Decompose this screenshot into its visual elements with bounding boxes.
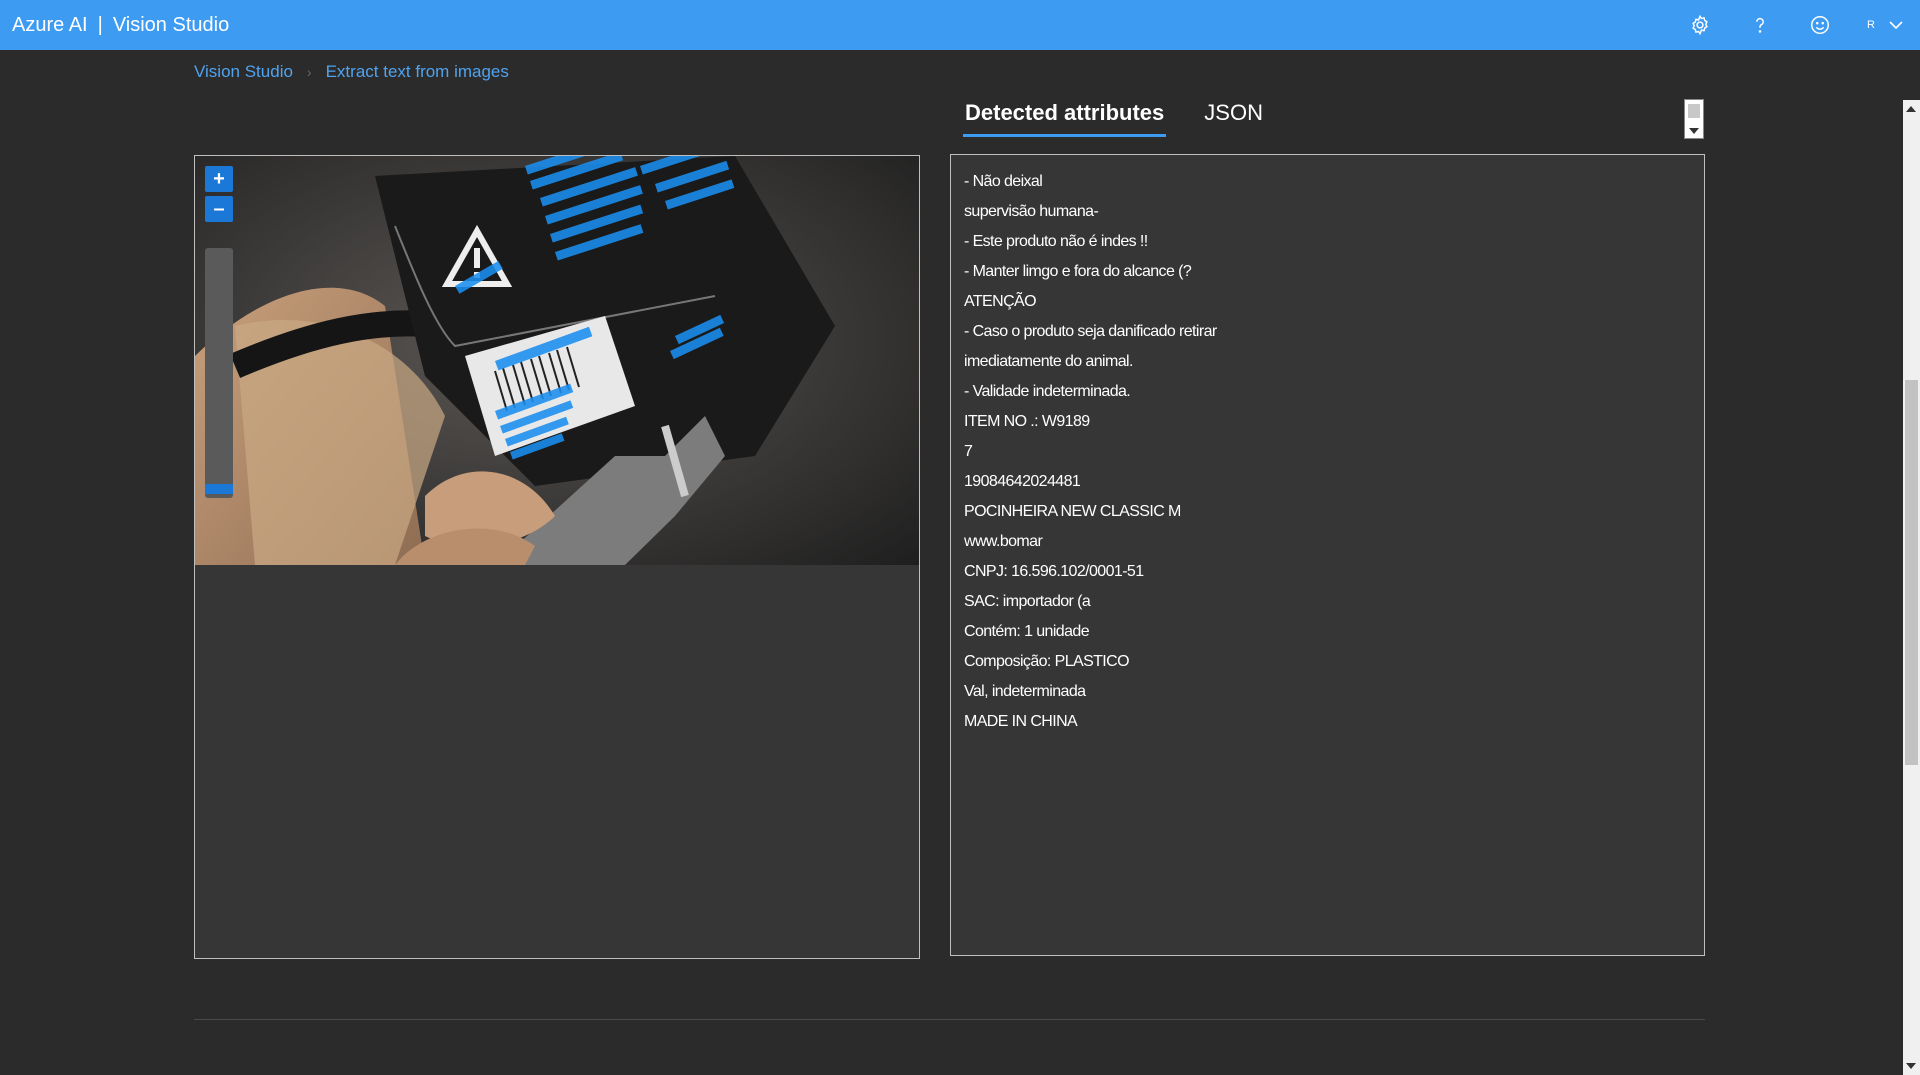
app-brand[interactable]: Azure AI | Vision Studio [12, 14, 229, 37]
detected-text-line: - Não deixal [964, 173, 1043, 190]
detected-text-lines: - Não deixal supervisão humana- - Este pro… [964, 167, 1691, 737]
user-menu[interactable]: R [1850, 0, 1920, 50]
help-icon [1756, 17, 1764, 33]
detected-text-line: MADE IN CHINA [964, 713, 1078, 730]
detected-text-line: - Caso o produto seja danificado retirar [964, 323, 1217, 340]
detected-text-line: 19084642024481 [964, 473, 1081, 490]
zoom-slider[interactable] [205, 248, 233, 498]
detected-text-panel: - Não deixal supervisão humana- - Este pro… [950, 154, 1705, 956]
feedback-button[interactable] [1790, 0, 1850, 50]
detected-text-line: CNPJ: 16.596.102/0001-51 [964, 563, 1144, 580]
zoom-slider-handle[interactable] [205, 484, 233, 494]
tab-detected-attributes[interactable]: Detected attributes [963, 96, 1167, 137]
header-actions: R [1670, 0, 1920, 50]
analyzed-photo [195, 156, 919, 565]
zoom-in-button[interactable]: + [205, 166, 233, 192]
brand-vision-studio: Vision Studio [112, 13, 230, 36]
chevron-down-icon [1889, 21, 1903, 30]
detected-text-line: Val, indeterminada [964, 683, 1086, 700]
gear-icon [1692, 14, 1708, 36]
detected-text-line: 7 [964, 443, 973, 460]
brand-separator: | [97, 13, 103, 36]
section-divider [194, 1019, 1705, 1020]
user-initial: R [1867, 19, 1875, 31]
detected-text-line: supervisão humana- [964, 203, 1099, 220]
detected-text-line: SAC: importador (a [964, 593, 1091, 610]
tab-scroll-control[interactable] [1684, 99, 1704, 139]
breadcrumb-vision-studio[interactable]: Vision Studio [194, 62, 293, 82]
detected-text-line: ATENÇÃO [964, 293, 1037, 310]
detected-text-line: ITEM NO .: W9189 [964, 413, 1090, 430]
brand-azure-ai: Azure AI [12, 13, 88, 36]
detected-text-line: - Manter limgo e fora do alcance (? [964, 263, 1192, 280]
detected-text-line: POCINHEIRA NEW CLASSIC M [964, 503, 1181, 520]
detected-text-line: Composição: PLASTICO [964, 653, 1130, 670]
result-tabs: Detected attributes JSON [963, 96, 1265, 137]
zoom-out-button[interactable]: – [205, 196, 233, 222]
page-scrollbar[interactable] [1903, 100, 1920, 1075]
tab-json[interactable]: JSON [1202, 96, 1265, 137]
scroll-down-icon[interactable] [1906, 1063, 1916, 1069]
detected-text-line: Contém: 1 unidade [964, 623, 1090, 640]
breadcrumb-extract-text[interactable]: Extract text from images [326, 62, 509, 82]
detected-text-line: - Validade indeterminada. [964, 383, 1131, 400]
settings-button[interactable] [1670, 0, 1730, 50]
image-viewer: + – [194, 155, 920, 959]
breadcrumb-chevron-icon: › [306, 64, 312, 80]
breadcrumb: Vision Studio › Extract text from images [194, 62, 509, 82]
page-scrollbar-thumb[interactable] [1905, 380, 1918, 765]
detected-text-line: - Este produto não é indes !! [964, 233, 1148, 250]
tab-scroll-thumb[interactable] [1688, 104, 1700, 118]
scroll-up-icon[interactable] [1906, 106, 1916, 112]
help-button[interactable] [1730, 0, 1790, 50]
top-bar: Azure AI | Vision Studio R [0, 0, 1920, 50]
detected-text-line: www.bomar [964, 533, 1043, 550]
tab-scroll-down-icon[interactable] [1689, 128, 1699, 134]
smiley-icon [1811, 16, 1829, 34]
detected-text-line: imediatamente do animal. [964, 353, 1133, 370]
